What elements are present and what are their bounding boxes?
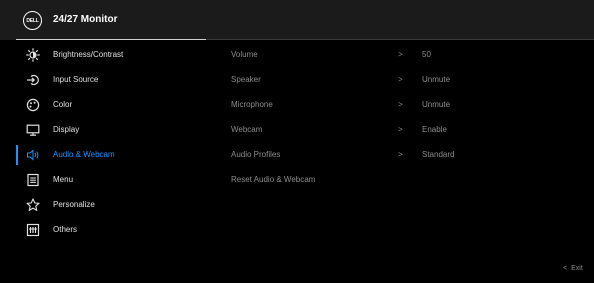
menu-item-input-source[interactable]: Input Source <box>0 67 200 92</box>
submenu-item-volume[interactable]: Volume > 50 <box>231 42 571 67</box>
submenu-item-value: Standard <box>422 150 455 159</box>
display-icon <box>26 123 40 137</box>
submenu-item-audio-profiles[interactable]: Audio Profiles > Standard <box>231 142 571 167</box>
chevron-right-icon: > <box>398 50 403 59</box>
submenu-item-label: Reset Audio & Webcam <box>231 175 316 184</box>
submenu-item-label: Volume <box>231 50 258 59</box>
menu-item-label: Others <box>53 225 78 234</box>
menu-item-label: Display <box>53 125 80 134</box>
menu-item-label: Audio & Webcam <box>53 150 115 159</box>
menu-item-audio-webcam[interactable]: Audio & Webcam <box>0 142 200 167</box>
submenu-item-value: Unmute <box>422 100 451 109</box>
dell-logo: DELL <box>23 11 42 30</box>
osd-header: DELL 24/27 Monitor <box>0 0 594 40</box>
menu-item-display[interactable]: Display <box>0 117 200 142</box>
chevron-left-icon: < <box>563 265 568 272</box>
chevron-right-icon: > <box>398 150 403 159</box>
submenu-item-microphone[interactable]: Microphone > Unmute <box>231 92 571 117</box>
chevron-right-icon: > <box>398 125 403 134</box>
menu-item-label: Personalize <box>53 200 95 209</box>
input-source-icon <box>26 73 40 87</box>
submenu-item-value: Unmute <box>422 75 451 84</box>
chevron-right-icon: > <box>398 100 403 109</box>
menu-item-label: Menu <box>53 175 74 184</box>
menu-item-color[interactable]: Color <box>0 92 200 117</box>
submenu-item-reset-audio-webcam[interactable]: Reset Audio & Webcam <box>231 167 571 192</box>
osd-title: 24/27 Monitor <box>53 14 118 25</box>
exit-label: Exit <box>571 265 583 272</box>
submenu-item-speaker[interactable]: Speaker > Unmute <box>231 67 571 92</box>
menu-item-label: Color <box>53 100 73 109</box>
submenu-item-label: Webcam <box>231 125 263 134</box>
menu-item-label: Input Source <box>53 75 99 84</box>
chevron-right-icon: > <box>398 75 403 84</box>
submenu-item-label: Microphone <box>231 100 273 109</box>
monitor-osd: DELL 24/27 Monitor Brightness/Contrast I… <box>0 0 594 283</box>
submenu-item-label: Audio Profiles <box>231 150 281 159</box>
color-icon <box>26 98 40 112</box>
menu-item-others[interactable]: Others <box>0 217 200 242</box>
star-icon <box>26 197 40 212</box>
submenu-item-webcam[interactable]: Webcam > Enable <box>231 117 571 142</box>
menu-item-menu[interactable]: Menu <box>0 167 200 192</box>
menu-item-label: Brightness/Contrast <box>53 50 124 59</box>
menu-item-brightness-contrast[interactable]: Brightness/Contrast <box>0 42 200 67</box>
audio-icon <box>26 148 40 162</box>
header-divider <box>206 39 594 40</box>
submenu-item-value: 50 <box>422 50 431 59</box>
submenu-item-value: Enable <box>422 125 447 134</box>
header-divider-active <box>16 39 206 40</box>
brightness-icon <box>26 47 40 62</box>
others-icon <box>26 223 40 237</box>
menu-icon <box>26 173 40 187</box>
exit-button[interactable]: < Exit <box>563 265 583 272</box>
menu-item-personalize[interactable]: Personalize <box>0 192 200 217</box>
submenu-item-label: Speaker <box>231 75 261 84</box>
